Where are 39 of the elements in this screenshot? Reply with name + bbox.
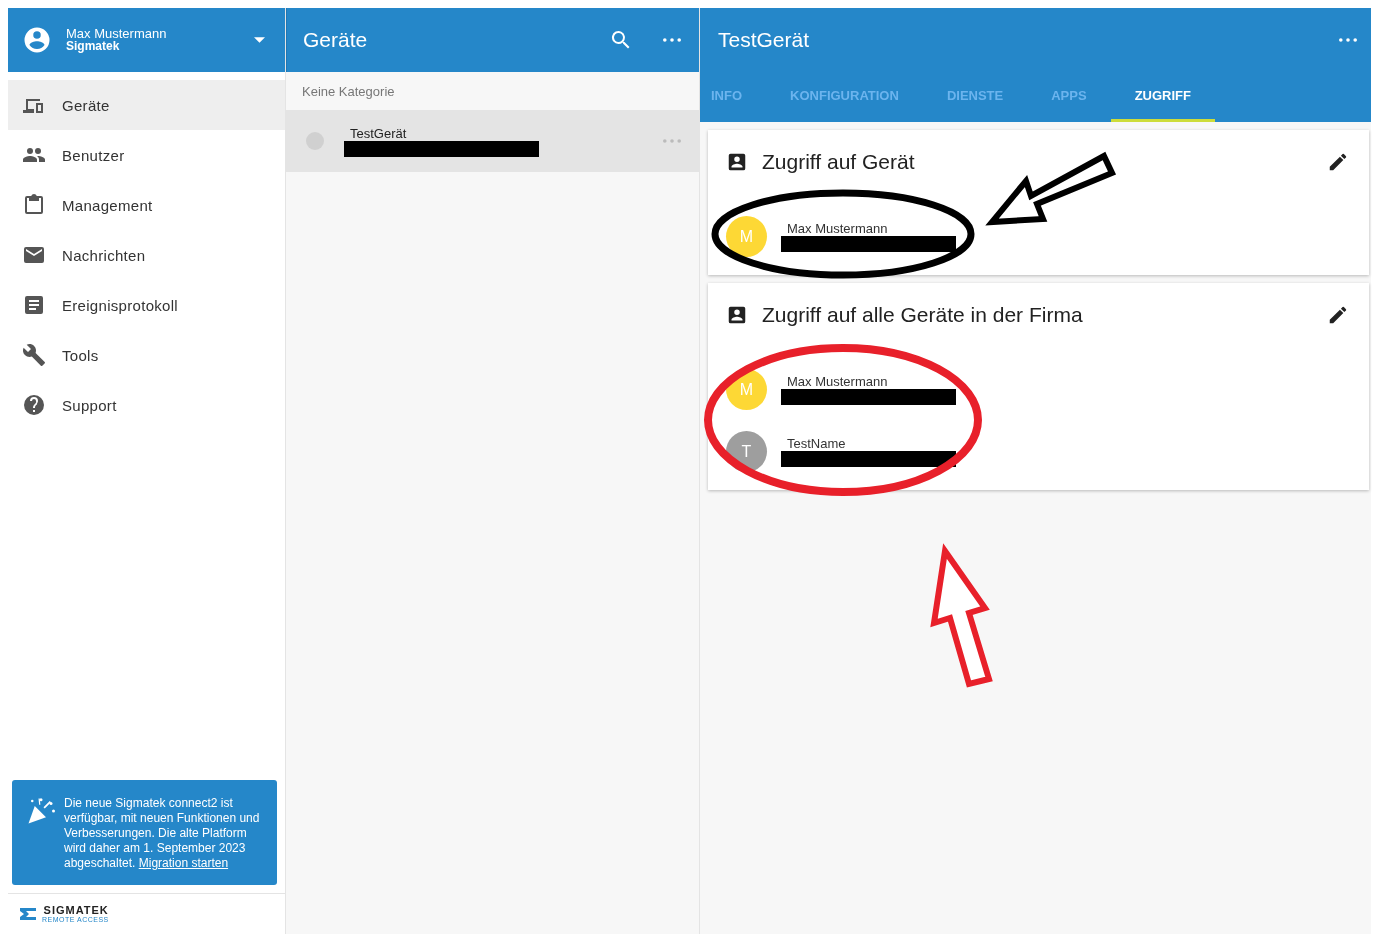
account-icon (22, 25, 52, 55)
edit-icon[interactable] (1327, 304, 1349, 326)
nav-item[interactable]: Tools (8, 330, 285, 380)
card-title: Zugriff auf Gerät (762, 150, 916, 174)
category-label: Keine Kategorie (301, 82, 396, 101)
account-header[interactable]: Max Mustermann Sigmatek (8, 8, 285, 72)
account-name: Max Mustermann (66, 27, 168, 40)
announcement-text: Die neue Sigmatek connect2 ist verfügbar, mit neuen Funktionen und Verbesserungen. Die alte Platform wird daher am 1. September 2023 abgeschaltet. Migration starten (64, 796, 261, 871)
more-icon[interactable] (663, 38, 681, 42)
nav-item[interactable]: Nachrichten (8, 230, 285, 280)
device-item[interactable]: TestGerät (286, 110, 699, 172)
migration-link[interactable]: Migration starten (138, 856, 229, 870)
user-name: TestName (786, 436, 847, 451)
clipboard-icon (22, 193, 46, 217)
help-icon (22, 393, 46, 417)
nav-item[interactable]: Management (8, 180, 285, 230)
user-avatar: M (726, 216, 767, 257)
tab[interactable]: ZUGRIFF (1110, 72, 1215, 122)
nav-item[interactable]: Benutzer (8, 130, 285, 180)
edit-icon[interactable] (1327, 151, 1349, 173)
contact-icon (726, 151, 748, 173)
party-popper-icon (26, 796, 56, 826)
device-name: TestGerät (349, 125, 408, 141)
device-title: TestGerät (718, 28, 811, 52)
user-name: Max Mustermann (786, 221, 889, 236)
caret-icon (254, 37, 265, 43)
nav-item[interactable]: Ereignisprotokoll (8, 280, 285, 330)
nav-item[interactable]: Geräte (8, 80, 285, 130)
card-title: Zugriff auf alle Geräte in der Firma (762, 303, 1084, 327)
company-name: Sigmatek (66, 40, 121, 53)
logo-icon (20, 908, 36, 920)
contact-icon (726, 304, 748, 326)
more-icon[interactable] (1339, 38, 1357, 42)
user-name: Max Mustermann (786, 374, 889, 389)
wrench-icon (22, 343, 46, 367)
logo-name: SIGMATEK (43, 904, 109, 916)
nav-item[interactable]: Support (8, 380, 285, 430)
document-icon (22, 293, 46, 317)
panel-title: Geräte (303, 28, 369, 52)
